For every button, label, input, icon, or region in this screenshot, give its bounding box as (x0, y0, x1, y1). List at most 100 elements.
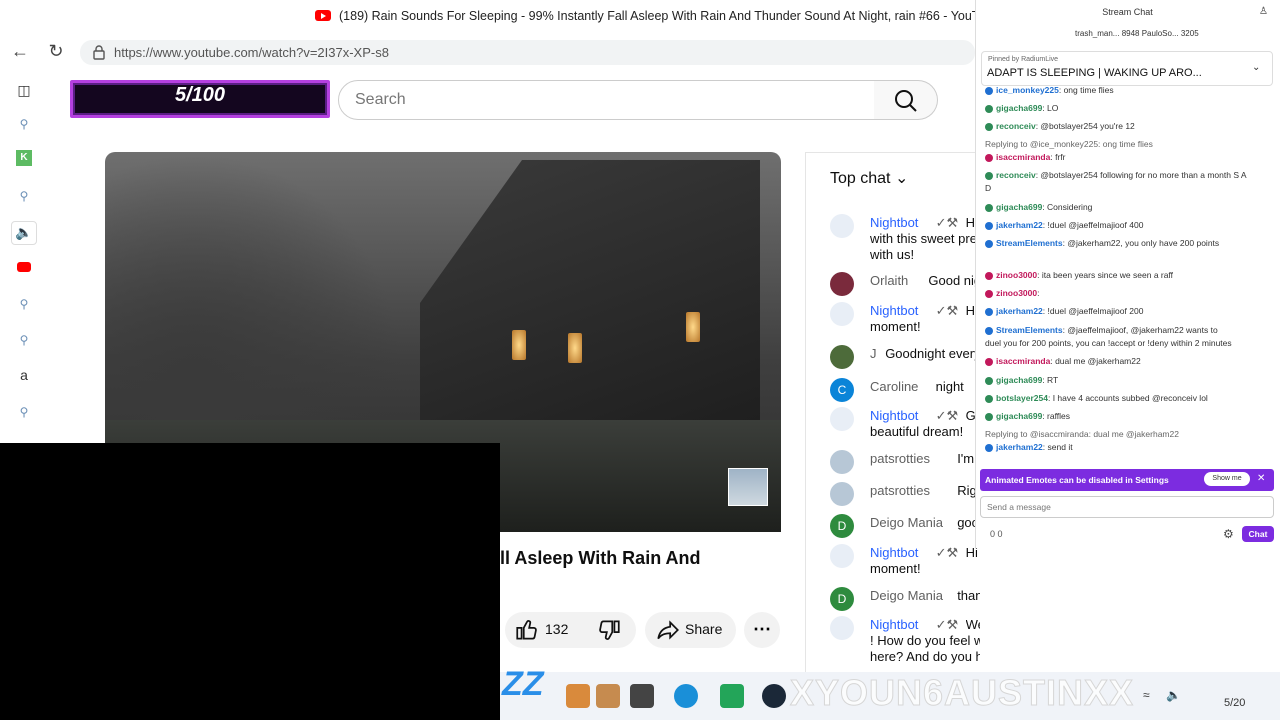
chat-line-text: D (985, 183, 992, 193)
reload-icon[interactable]: ↻ (42, 37, 70, 65)
chat-message-text: with this sweet pre (870, 231, 977, 246)
streamer-watermark: XYOUN6AUSTINXX (789, 672, 1135, 714)
chat-username[interactable]: gigacha699 (996, 411, 1042, 421)
search-icon[interactable]: ⚲ (14, 330, 34, 350)
search-input[interactable] (338, 80, 875, 120)
chat-username[interactable]: reconceiv (996, 121, 1036, 131)
chat-username[interactable]: StreamElements (996, 238, 1063, 248)
show-me-button[interactable]: Show me (1204, 472, 1250, 486)
avatar[interactable] (830, 302, 854, 326)
avatar[interactable] (830, 616, 854, 640)
chat-message-text: moment! (870, 561, 921, 576)
chat-author[interactable]: Deigo Mania (870, 588, 943, 603)
chat-message-text: beautiful dream! (870, 424, 964, 439)
chat-author[interactable]: patsrotties (870, 451, 930, 466)
youtube-icon[interactable] (17, 262, 31, 272)
more-actions-button[interactable]: ⋯ (744, 612, 780, 648)
speaker-icon[interactable]: 🔈 (11, 221, 37, 245)
moderator-wrench-icon: ✓⚒ (935, 408, 959, 423)
volume-icon[interactable]: 🔈 (1166, 688, 1181, 702)
search-button[interactable] (874, 80, 938, 120)
search-placeholder: Search (355, 91, 406, 108)
dislike-button[interactable] (594, 614, 624, 646)
avatar[interactable] (830, 450, 854, 474)
users-icon[interactable]: ♙ (1259, 6, 1268, 17)
chat-author[interactable]: Nightbot (870, 408, 918, 423)
stream-chat-line: isaccmiranda: frfr (985, 152, 1065, 163)
chat-author[interactable]: Nightbot (870, 545, 918, 560)
chat-username[interactable]: gigacha699 (996, 103, 1042, 113)
chat-author[interactable]: Nightbot (870, 215, 918, 230)
chat-username[interactable]: jakerham22 (996, 306, 1043, 316)
lock-icon[interactable] (92, 44, 106, 60)
badge-icon (985, 443, 993, 452)
chat-username[interactable]: zinoo3000 (996, 288, 1037, 298)
tab-actions-icon[interactable]: ◫ (14, 80, 34, 100)
search-icon[interactable]: ⚲ (14, 402, 34, 422)
search-icon[interactable]: ⚲ (14, 186, 34, 206)
channel-points[interactable]: 0 0 (990, 529, 1003, 539)
kick-icon[interactable]: K (16, 150, 32, 166)
stream-chat-line: reconceiv: @botslayer254 following for n… (985, 170, 1247, 181)
game-app-icon[interactable] (566, 684, 590, 708)
like-count: 132 (545, 621, 569, 637)
file-explorer-icon[interactable] (630, 684, 654, 708)
chat-author[interactable]: Caroline (870, 379, 918, 394)
badge-icon (985, 394, 993, 403)
badge-icon (985, 153, 993, 162)
chat-author[interactable]: Nightbot (870, 617, 918, 632)
chat-username[interactable]: gigacha699 (996, 202, 1042, 212)
stream-chat-line: gigacha699: raffles (985, 411, 1070, 422)
chat-username[interactable]: ice_monkey225 (996, 85, 1059, 95)
channel-watermark[interactable] (728, 468, 768, 506)
amazon-icon[interactable]: a (14, 365, 34, 385)
video-window-light (686, 312, 700, 342)
chat-username[interactable]: jakerham22 (996, 442, 1043, 452)
badge-icon (985, 271, 993, 280)
stream-chat-line: jakerham22: !duel @jaeffelmajioof 400 (985, 220, 1143, 231)
avatar[interactable] (830, 544, 854, 568)
chat-message-text: night (935, 379, 964, 394)
gear-icon[interactable]: ⚙ (1223, 527, 1234, 541)
avatar[interactable] (830, 407, 854, 431)
wifi-icon[interactable]: ≈ (1143, 688, 1150, 702)
top-chat-dropdown[interactable]: Top chat ⌄ (830, 168, 908, 188)
stream-chat-line: gigacha699: LO (985, 103, 1058, 114)
chat-author[interactable]: patsrotties (870, 483, 930, 498)
chat-username[interactable]: zinoo3000 (996, 270, 1037, 280)
chat-line-text: Replying to @isaccmiranda: dual me @jake… (985, 429, 1179, 439)
avatar[interactable] (830, 272, 854, 296)
badge-icon (985, 171, 993, 180)
avatar[interactable]: C (830, 378, 854, 402)
search-icon[interactable]: ⚲ (14, 294, 34, 314)
stream-chat-line: Replying to @ice_monkey225: ong time fli… (985, 139, 1153, 150)
stream-chat-title: Stream Chat (1102, 7, 1153, 17)
chat-author[interactable]: Deigo Mania (870, 515, 943, 530)
avatar[interactable] (830, 482, 854, 506)
avatar[interactable] (830, 345, 854, 369)
chat-username[interactable]: StreamElements (996, 325, 1063, 335)
edge-browser-icon[interactable] (674, 684, 698, 708)
chat-username[interactable]: gigacha699 (996, 375, 1042, 385)
chat-author[interactable]: J (870, 346, 877, 361)
avatar[interactable]: D (830, 514, 854, 538)
avatar[interactable] (830, 214, 854, 238)
chat-username[interactable]: jakerham22 (996, 220, 1043, 230)
close-icon[interactable]: ✕ (1257, 473, 1265, 484)
baseball-app-icon[interactable] (596, 684, 620, 708)
chat-username[interactable]: reconceiv (996, 170, 1036, 180)
discord-icon[interactable] (720, 684, 744, 708)
chevron-down-icon[interactable]: ⌄ (1252, 62, 1260, 73)
chat-send-button[interactable]: Chat (1242, 526, 1274, 542)
search-icon[interactable]: ⚲ (14, 114, 34, 134)
chat-message-text: ! How do you feel when hearing the sound… (870, 633, 980, 648)
chat-username[interactable]: isaccmiranda (996, 152, 1050, 162)
chat-author[interactable]: Orlaith (870, 273, 908, 288)
chat-line-text: : I have 4 accounts subbed @reconceiv lo… (1047, 393, 1208, 403)
chat-author[interactable]: Nightbot (870, 303, 918, 318)
back-arrow-icon[interactable]: ← (6, 37, 34, 65)
chat-username[interactable]: botslayer254 (996, 393, 1048, 403)
steam-icon[interactable] (762, 684, 786, 708)
avatar[interactable]: D (830, 587, 854, 611)
chat-username[interactable]: isaccmiranda (996, 356, 1050, 366)
